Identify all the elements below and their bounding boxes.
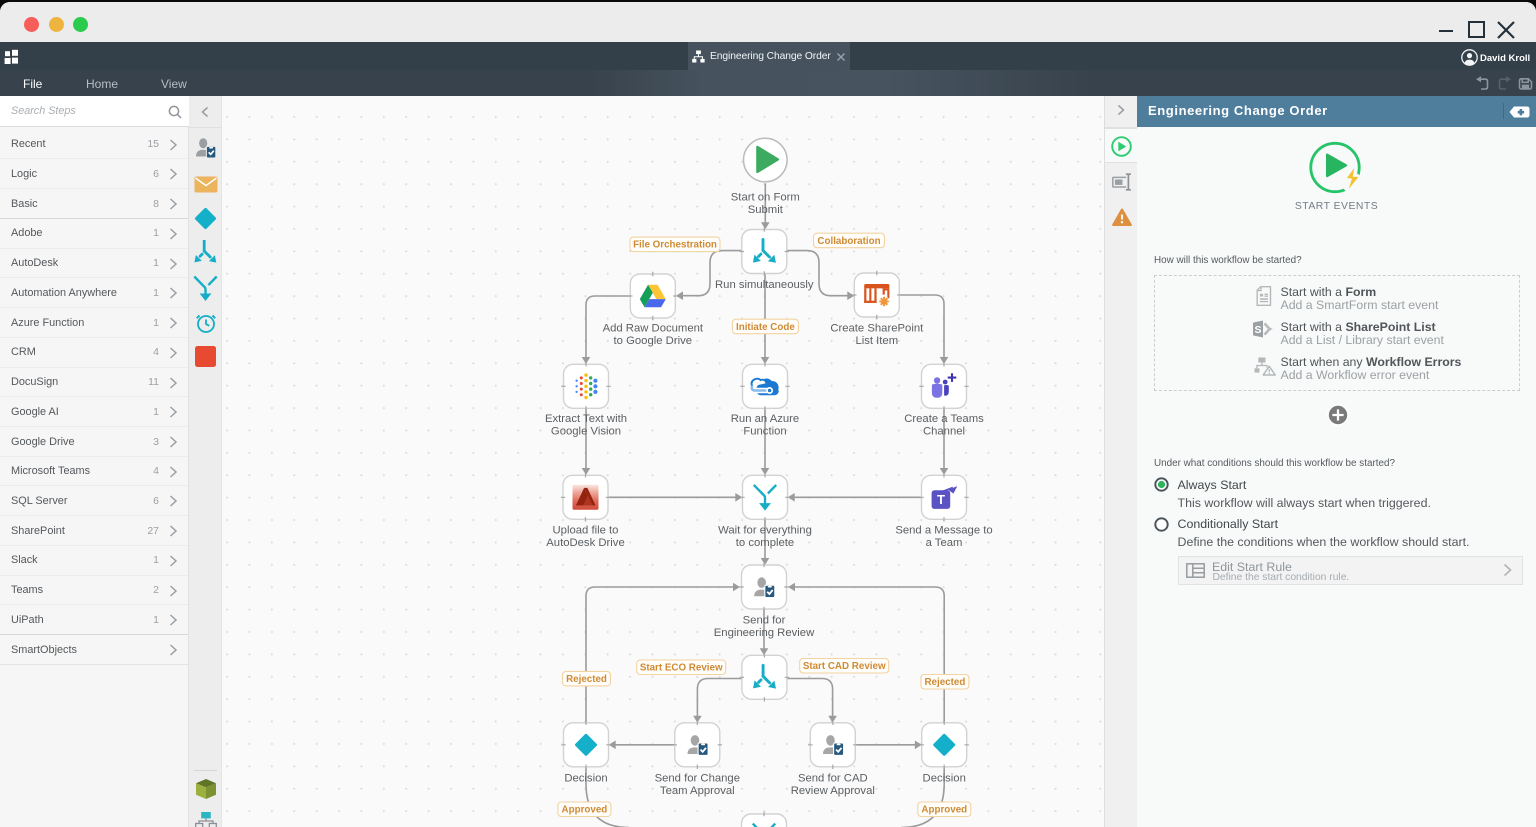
svg-text:Wait for everything: Wait for everything <box>718 524 812 536</box>
svg-text:Submit: Submit <box>748 204 784 216</box>
svg-text:AutoDesk Drive: AutoDesk Drive <box>546 537 624 549</box>
svg-text:Upload file to: Upload file to <box>553 524 619 536</box>
svg-text:Engineering Review: Engineering Review <box>714 627 815 639</box>
svg-text:Create a Teams: Create a Teams <box>904 413 984 425</box>
svg-text:Extract Text with: Extract Text with <box>545 413 627 425</box>
svg-text:Add Raw Document: Add Raw Document <box>603 322 704 334</box>
svg-text:S: S <box>1254 324 1261 336</box>
svg-text:Run simultaneously: Run simultaneously <box>715 279 814 291</box>
svg-text:Google Vision: Google Vision <box>551 425 621 437</box>
svg-text:T: T <box>937 492 945 507</box>
svg-text:a Team: a Team <box>926 537 963 549</box>
svg-text:Send for CAD: Send for CAD <box>798 772 868 784</box>
svg-text:Function: Function <box>743 425 786 437</box>
svg-text:File Orchestration: File Orchestration <box>633 240 717 251</box>
svg-text:Start CAD Review: Start CAD Review <box>803 661 886 672</box>
svg-text:Approved: Approved <box>921 805 967 816</box>
svg-text:Send for Change: Send for Change <box>655 772 740 784</box>
svg-text:Decision: Decision <box>923 772 966 784</box>
svg-text:Collaboration: Collaboration <box>817 236 880 247</box>
svg-text:Approved: Approved <box>562 805 608 816</box>
svg-text:Run an Azure: Run an Azure <box>731 413 799 425</box>
svg-text:Team Approval: Team Approval <box>660 785 735 797</box>
svg-text:Rejected: Rejected <box>566 674 607 685</box>
svg-text:to Google Drive: to Google Drive <box>614 335 693 347</box>
svg-text:List Item: List Item <box>855 335 898 347</box>
svg-text:to complete: to complete <box>736 537 794 549</box>
svg-text:Send for: Send for <box>743 614 786 626</box>
svg-text:Decision: Decision <box>564 772 607 784</box>
svg-text:Send a Message to: Send a Message to <box>895 524 992 536</box>
svg-text:Start ECO Review: Start ECO Review <box>640 663 723 674</box>
svg-text:Review Approval: Review Approval <box>791 785 875 797</box>
svg-text:Start on Form: Start on Form <box>731 191 800 203</box>
svg-text:Rejected: Rejected <box>924 677 965 688</box>
svg-text:Create SharePoint: Create SharePoint <box>830 322 924 334</box>
svg-text:Initiate Code: Initiate Code <box>736 322 795 333</box>
svg-text:Channel: Channel <box>923 425 965 437</box>
